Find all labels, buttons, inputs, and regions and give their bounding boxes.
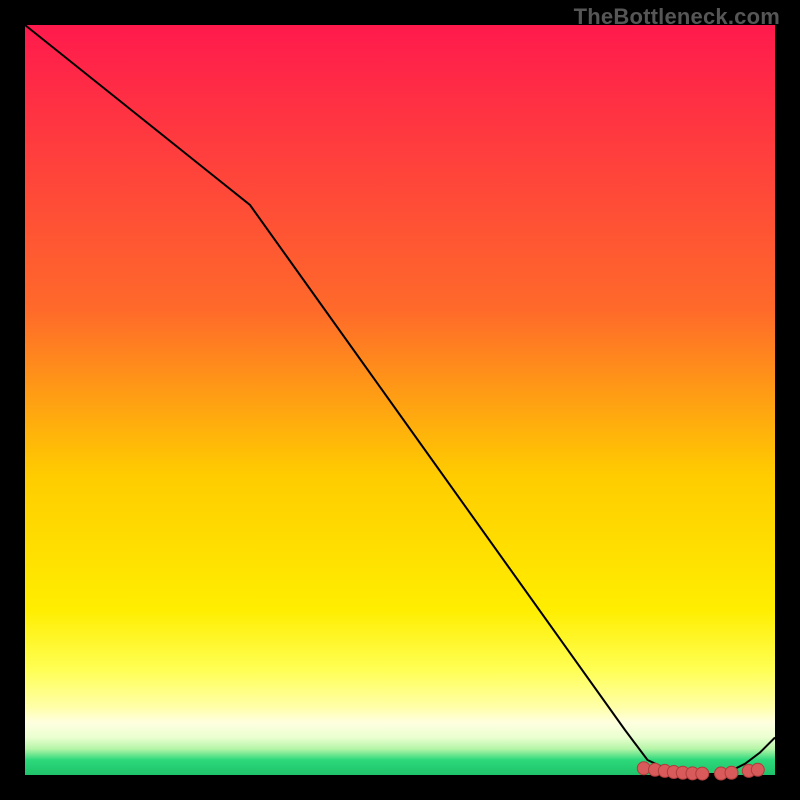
bottleneck-chart xyxy=(0,0,800,800)
optimal-marker xyxy=(725,766,738,779)
plot-gradient-bg xyxy=(25,25,775,775)
optimal-marker xyxy=(751,763,764,776)
chart-frame: { "watermark": "TheBottleneck.com", "col… xyxy=(0,0,800,800)
watermark-text: TheBottleneck.com xyxy=(574,4,780,30)
optimal-marker xyxy=(696,767,709,780)
